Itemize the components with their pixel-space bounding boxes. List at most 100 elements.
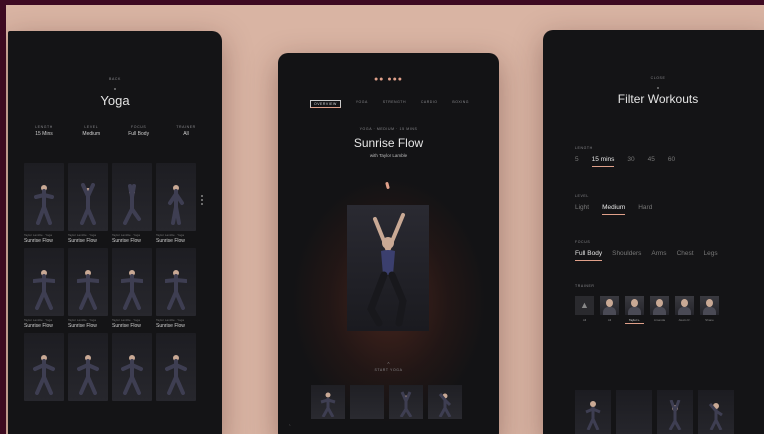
yoga-pose-icon: [708, 403, 723, 430]
workout-thumbnail[interactable]: [68, 248, 108, 316]
card-subtitle: Taylor Lamble · Yoga: [24, 233, 53, 237]
length-option[interactable]: 45: [648, 156, 655, 166]
workout-thumbnail[interactable]: [68, 333, 108, 401]
workout-card[interactable]: [68, 333, 108, 401]
filter-label: Level: [575, 194, 589, 198]
workout-thumbnail[interactable]: [156, 333, 196, 401]
workout-card[interactable]: [24, 333, 64, 401]
workout-card[interactable]: Taylor Lamble · Yoga Sunrise Flow: [156, 163, 196, 244]
workout-detail-screen: ●● ●●● Overview Yoga Strength Cardio Box…: [278, 53, 499, 434]
tab-overview[interactable]: Overview: [310, 100, 341, 108]
length-option[interactable]: 30: [627, 156, 634, 166]
result-thumbnail[interactable]: [575, 390, 611, 434]
scroll-indicator[interactable]: [201, 195, 203, 207]
workout-card[interactable]: Taylor Lamble · Yoga Sunrise Flow: [24, 163, 64, 244]
workout-thumbnail[interactable]: [156, 163, 196, 231]
meta-focus: Focus Full Body: [119, 125, 159, 137]
card-title: Sunrise Flow: [112, 323, 141, 329]
workout-thumbnail[interactable]: [24, 248, 64, 316]
video-thumbnail-strip: [311, 385, 462, 419]
instructor-figure-icon: [367, 213, 407, 327]
yoga-pose-icon: [438, 393, 452, 417]
workout-thumbnail[interactable]: [24, 333, 64, 401]
close-label[interactable]: Close: [651, 76, 666, 80]
workout-thumbnail[interactable]: [68, 163, 108, 231]
workout-thumbnail[interactable]: [112, 163, 152, 231]
filter-label: Trainer: [575, 284, 595, 288]
filter-trainer: Trainer ▲ All Ali Taylor L. Amanda Alexis…: [575, 284, 719, 324]
trainer-option[interactable]: Alexis R.: [675, 296, 694, 324]
workout-subtitle: Yoga · Medium · 15 mins: [359, 127, 418, 131]
focus-option[interactable]: Legs: [704, 250, 718, 260]
workout-thumbnail[interactable]: [24, 163, 64, 231]
card-subtitle: Taylor Lamble · Yoga: [156, 318, 185, 322]
instructor-name: with Taylor Lamble: [369, 153, 408, 158]
trainer-option[interactable]: Amanda: [650, 296, 669, 324]
workout-card[interactable]: [156, 333, 196, 401]
card-title: Sunrise Flow: [68, 238, 97, 244]
strip-thumbnail[interactable]: [389, 385, 423, 419]
length-option-selected[interactable]: 15 mins: [591, 156, 615, 167]
yoga-pose-icon: [165, 270, 187, 310]
triangle-icon: ▲: [575, 296, 594, 315]
close-nav[interactable]: Close: [543, 66, 764, 89]
card-subtitle: Taylor Lamble · Yoga: [68, 318, 97, 322]
workout-thumbnail[interactable]: [112, 333, 152, 401]
focus-option[interactable]: Chest: [677, 250, 694, 260]
workout-thumbnail[interactable]: [112, 248, 152, 316]
level-option-selected[interactable]: Medium: [602, 204, 626, 215]
result-thumbnail[interactable]: [698, 390, 734, 434]
start-workout-label[interactable]: Start Yoga: [278, 368, 499, 372]
card-title: Sunrise Flow: [68, 323, 97, 329]
yoga-pose-icon: [34, 185, 54, 225]
focus-option-selected[interactable]: Full Body: [575, 250, 603, 261]
workout-card[interactable]: [112, 333, 152, 401]
workout-card[interactable]: Taylor Lamble · Yoga Sunrise Flow: [156, 248, 196, 329]
trainer-option[interactable]: Shane: [700, 296, 719, 324]
workout-thumbnail[interactable]: [156, 248, 196, 316]
meta-length: Length 15 Mins: [24, 125, 64, 137]
focus-option[interactable]: Arms: [651, 250, 666, 260]
card-subtitle: Taylor Lamble · Yoga: [24, 318, 53, 322]
back-label[interactable]: Back: [109, 77, 121, 81]
trainer-name: Alexis R.: [678, 318, 691, 322]
status-dots-icon: ●● ●●●: [373, 76, 404, 83]
workout-card[interactable]: Taylor Lamble · Yoga Sunrise Flow: [24, 248, 64, 329]
back-nav[interactable]: Back: [8, 67, 222, 90]
length-option[interactable]: 60: [668, 156, 675, 166]
filter-focus: Focus Full Body Shoulders Arms Chest Leg…: [575, 240, 718, 261]
tab-strength[interactable]: Strength: [383, 100, 406, 108]
workout-card[interactable]: Taylor Lamble · Yoga Sunrise Flow: [68, 248, 108, 329]
card-title: Sunrise Flow: [112, 238, 141, 244]
workout-card[interactable]: Taylor Lamble · Yoga Sunrise Flow: [112, 163, 152, 244]
strip-thumbnail[interactable]: [428, 385, 462, 419]
yoga-pose-icon: [320, 392, 336, 417]
page-title: Yoga: [100, 93, 130, 108]
yoga-pose-icon: [165, 355, 187, 395]
workout-card[interactable]: Taylor Lamble · Yoga Sunrise Flow: [112, 248, 152, 329]
nav-dot-icon: [114, 88, 116, 90]
tab-cardio[interactable]: Cardio: [421, 100, 438, 108]
length-option[interactable]: 5: [575, 156, 579, 166]
tab-yoga[interactable]: Yoga: [356, 100, 368, 108]
level-option[interactable]: Hard: [638, 204, 652, 214]
trainer-option-all[interactable]: ▲ All: [575, 296, 594, 324]
strip-thumbnail[interactable]: [350, 385, 384, 419]
card-subtitle: Taylor Lamble · Yoga: [112, 233, 141, 237]
focus-option[interactable]: Shoulders: [612, 250, 641, 260]
cursor-icon: ⌞: [289, 421, 291, 426]
trainer-option[interactable]: Ali: [600, 296, 619, 324]
card-subtitle: Taylor Lamble · Yoga: [112, 318, 141, 322]
trainer-name: Shane: [705, 318, 714, 322]
level-option[interactable]: Light: [575, 204, 589, 214]
strip-thumbnail[interactable]: [311, 385, 345, 419]
result-thumbnail[interactable]: [616, 390, 652, 434]
yoga-pose-icon: [33, 270, 55, 310]
trainer-option-selected[interactable]: Taylor L.: [625, 296, 644, 324]
tab-boxing[interactable]: Boxing: [452, 100, 469, 108]
filter-screen: Close Filter Workouts Length 5 15 mins 3…: [543, 30, 764, 434]
result-thumbnail[interactable]: [657, 390, 693, 434]
yoga-pose-icon: [168, 185, 184, 225]
workout-card[interactable]: Taylor Lamble · Yoga Sunrise Flow: [68, 163, 108, 244]
workout-video[interactable]: [347, 205, 429, 331]
